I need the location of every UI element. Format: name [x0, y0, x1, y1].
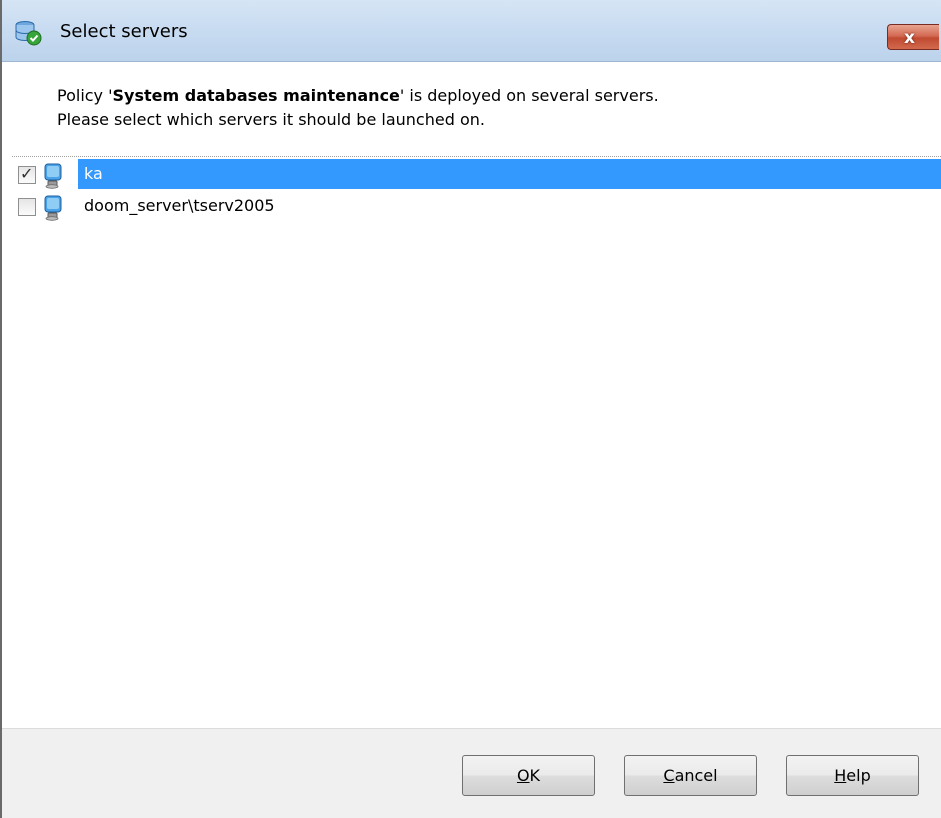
list-divider — [12, 156, 941, 157]
help-accelerator: H — [834, 766, 847, 785]
ok-accelerator: O — [516, 766, 530, 785]
server-computer-icon — [44, 195, 62, 221]
select-servers-dialog: Select servers x Policy 'System database… — [0, 0, 941, 818]
message-suffix: ' is deployed on several servers. — [399, 86, 659, 105]
cancel-button[interactable]: Cancel — [624, 755, 757, 796]
message-line-2: Please select which servers it should be… — [57, 110, 485, 129]
server-name: ka — [78, 159, 941, 189]
ok-button[interactable]: OK — [462, 755, 595, 796]
close-button[interactable]: x — [887, 24, 939, 50]
policy-message: Policy 'System databases maintenance' is… — [57, 84, 917, 132]
title-bar[interactable]: Select servers x — [2, 0, 941, 62]
ok-label: K — [529, 766, 541, 785]
server-list[interactable]: ✓ ka doom_server\tserv2005 — [12, 159, 941, 223]
database-check-icon — [15, 21, 42, 46]
message-line-1: Policy 'System databases maintenance' is… — [57, 84, 917, 108]
cancel-label: ancel — [674, 766, 718, 785]
help-button[interactable]: Help — [786, 755, 919, 796]
server-row-doom-server[interactable]: doom_server\tserv2005 — [12, 191, 941, 223]
button-bar: OK Cancel Help — [2, 728, 941, 818]
policy-name: System databases maintenance — [112, 86, 400, 105]
server-checkbox[interactable]: ✓ — [18, 164, 36, 184]
message-prefix: Policy ' — [57, 86, 113, 105]
checkmark-icon: ✓ — [20, 164, 34, 183]
help-label: elp — [846, 766, 871, 785]
server-computer-icon — [44, 163, 62, 189]
window-title: Select servers — [60, 21, 188, 42]
server-row-ka[interactable]: ✓ ka — [12, 159, 941, 191]
cancel-accelerator: C — [663, 766, 675, 785]
server-name: doom_server\tserv2005 — [84, 196, 275, 215]
server-checkbox[interactable] — [18, 198, 36, 216]
close-icon: x — [904, 28, 915, 48]
